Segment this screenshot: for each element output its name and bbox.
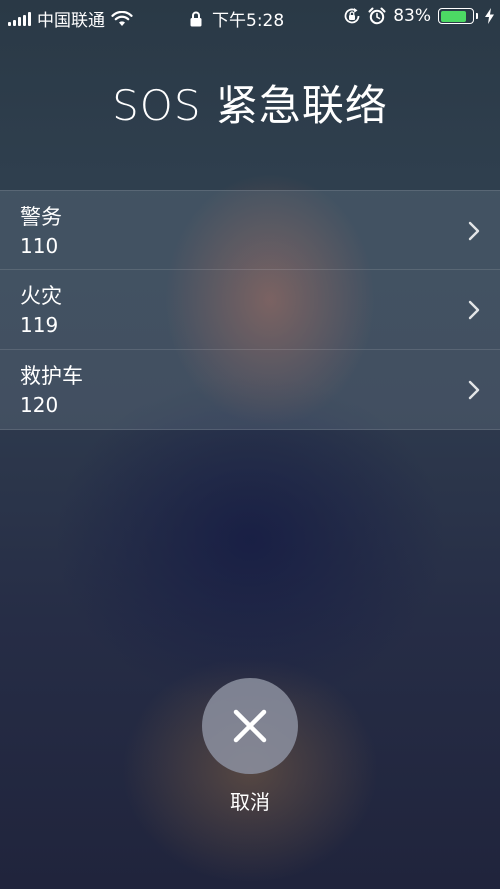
carrier-label: 中国联通 <box>37 11 105 31</box>
contact-item-police[interactable]: 警务 110 <box>0 190 500 270</box>
signal-icon <box>8 11 31 26</box>
contact-name: 火灾 <box>20 284 62 308</box>
cancel-button[interactable] <box>202 678 298 774</box>
contact-name: 警务 <box>20 205 62 229</box>
chevron-right-icon <box>468 300 480 320</box>
chevron-right-icon <box>468 221 480 241</box>
battery-fill <box>440 10 467 22</box>
contact-item-ambulance[interactable]: 救护车 120 <box>0 350 500 430</box>
status-bar: 中国联通 下午5:28 83% <box>0 0 500 34</box>
battery-icon <box>438 8 474 24</box>
chevron-right-icon <box>468 380 480 400</box>
wifi-icon <box>111 10 133 26</box>
contact-number: 119 <box>20 313 59 337</box>
page-title: SOS 紧急联络 <box>112 81 388 130</box>
status-center: 下午5:28 <box>190 6 284 31</box>
alarm-icon <box>368 7 386 25</box>
contact-item-fire[interactable]: 火灾 119 <box>0 270 500 350</box>
rotation-lock-icon <box>344 8 360 24</box>
lock-icon <box>190 11 202 26</box>
battery-percent: 83% <box>393 6 431 26</box>
status-left: 中国联通 <box>8 6 133 31</box>
cancel-label: 取消 <box>230 790 270 814</box>
close-icon <box>233 709 267 743</box>
contact-number: 120 <box>20 393 59 417</box>
contact-name: 救护车 <box>20 364 83 388</box>
battery-tip <box>476 13 478 19</box>
contact-number: 110 <box>20 234 59 258</box>
charging-icon <box>485 8 494 24</box>
status-right: 83% <box>343 6 494 26</box>
clock-time: 下午5:28 <box>212 11 285 31</box>
contact-list: 警务 110 火灾 119 救护车 120 <box>0 190 500 430</box>
